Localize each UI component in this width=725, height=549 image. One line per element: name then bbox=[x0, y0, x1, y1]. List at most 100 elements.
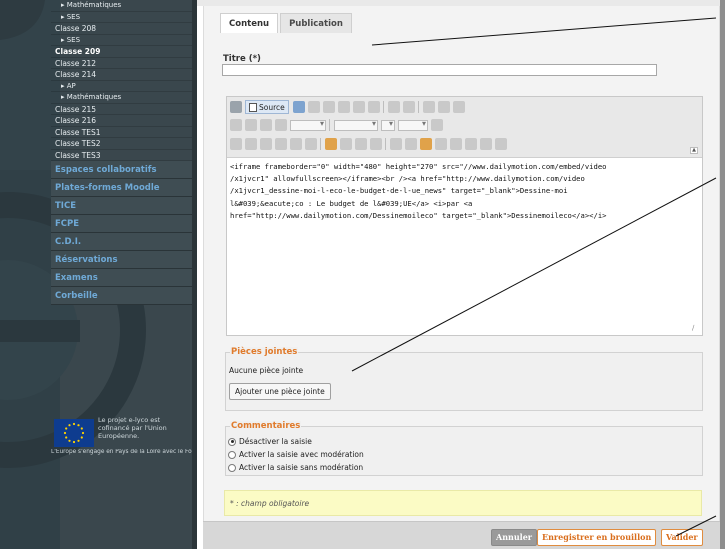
action-bar: Annuler Enregistrer en brouillon Valider bbox=[203, 521, 720, 549]
radio-button[interactable] bbox=[228, 463, 236, 472]
anchor-icon[interactable] bbox=[452, 101, 465, 113]
sidebar-nav-item[interactable]: TICE bbox=[51, 197, 192, 215]
sidebar-class-item[interactable]: ▸ AP bbox=[51, 81, 192, 92]
title-input[interactable] bbox=[222, 64, 657, 76]
media-icon[interactable] bbox=[325, 138, 337, 150]
undo-icon[interactable] bbox=[387, 101, 400, 113]
editor-source-text[interactable]: <iframe frameborder="0" width="480" heig… bbox=[230, 161, 698, 222]
toolbar-row-2 bbox=[230, 118, 446, 132]
link-icon[interactable] bbox=[431, 119, 443, 131]
style-select[interactable] bbox=[290, 119, 326, 131]
sidebar-class-item[interactable]: Classe 208 bbox=[51, 23, 192, 35]
eu-region-text: L'Europe s'engage en Pays de la Loire av… bbox=[51, 449, 192, 455]
comments-option-disable[interactable]: Désactiver la saisie bbox=[228, 437, 312, 446]
sidebar-class-item[interactable]: Classe TES3 bbox=[51, 150, 192, 161]
sidebar-class-item[interactable]: Classe TES1 bbox=[51, 127, 192, 138]
special-char-icon[interactable] bbox=[420, 138, 432, 150]
validate-button[interactable]: Valider bbox=[661, 529, 703, 546]
sidebar-class-item[interactable]: ▸ Mathématiques bbox=[51, 0, 192, 12]
cut-icon[interactable] bbox=[307, 101, 320, 113]
sidebar-nav-item[interactable]: Plates-formes Moodle bbox=[51, 179, 192, 197]
format-select[interactable] bbox=[334, 119, 378, 131]
source-line: /x1jvcr1" allowfullscreen></iframe><br /… bbox=[230, 174, 585, 184]
omega-icon[interactable] bbox=[465, 138, 477, 150]
bulleted-list-icon[interactable] bbox=[245, 138, 257, 150]
comments-option-unmoderated[interactable]: Activer la saisie sans modération bbox=[228, 463, 363, 472]
link-edit-icon[interactable] bbox=[340, 138, 352, 150]
sidebar-nav-item[interactable]: Réservations bbox=[51, 251, 192, 269]
save-draft-button[interactable]: Enregistrer en brouillon bbox=[537, 529, 657, 546]
attachments-legend: Pièces jointes bbox=[230, 347, 299, 357]
page-break-icon[interactable] bbox=[480, 138, 492, 150]
add-attachment-button[interactable]: Ajouter une pièce jointe bbox=[229, 383, 331, 400]
redo-icon[interactable] bbox=[402, 101, 415, 113]
toolbar-separator bbox=[382, 101, 384, 113]
source-icon bbox=[249, 102, 257, 112]
comments-option-moderated[interactable]: Activer la saisie avec modération bbox=[228, 450, 364, 459]
template-icon[interactable] bbox=[450, 138, 462, 150]
align-center-icon[interactable] bbox=[275, 138, 287, 150]
sidebar-class-item[interactable]: Classe 216 bbox=[51, 115, 192, 127]
sidebar-nav-item[interactable]: Corbeille bbox=[51, 287, 192, 305]
sidebar-class-item[interactable]: Classe 212 bbox=[51, 58, 192, 69]
radio-label: Désactiver la saisie bbox=[239, 437, 312, 446]
sidebar-class-item[interactable]: Classe 209 bbox=[51, 46, 192, 58]
resize-grip-icon[interactable]: ∕ bbox=[692, 325, 699, 332]
iframe-icon[interactable] bbox=[495, 138, 507, 150]
paste-icon[interactable] bbox=[337, 101, 350, 113]
font-select[interactable] bbox=[381, 119, 395, 131]
paste-text-icon[interactable] bbox=[352, 101, 365, 113]
main-nav: Espaces collaboratifs Plates-formes Moodl… bbox=[51, 161, 192, 305]
replace-icon[interactable] bbox=[437, 101, 450, 113]
toolbar-separator bbox=[385, 138, 386, 150]
copy-icon[interactable] bbox=[322, 101, 335, 113]
paste-word-icon[interactable] bbox=[367, 101, 380, 113]
align-left-icon[interactable] bbox=[260, 138, 272, 150]
italic-icon[interactable] bbox=[245, 119, 257, 131]
align-right-icon[interactable] bbox=[290, 138, 302, 150]
sidebar-class-item[interactable]: Classe 215 bbox=[51, 104, 192, 115]
sidebar-class-item[interactable]: ▸ Mathématiques bbox=[51, 92, 192, 104]
source-button[interactable]: Source bbox=[245, 100, 289, 114]
numbered-list-icon[interactable] bbox=[230, 138, 242, 150]
help-icon[interactable] bbox=[230, 101, 242, 113]
sidebar: ▸ Mathématiques ▸ SES Classe 208 ▸ SES Class… bbox=[0, 0, 197, 549]
sidebar-class-item[interactable]: ▸ SES bbox=[51, 35, 192, 46]
text-color-icon[interactable] bbox=[275, 119, 287, 131]
size-select[interactable] bbox=[398, 119, 428, 131]
title-label: Titre (*) bbox=[223, 54, 261, 64]
sidebar-class-item[interactable]: Classe TES2 bbox=[51, 138, 192, 150]
radio-button[interactable] bbox=[228, 450, 236, 459]
comments-legend: Commentaires bbox=[230, 421, 302, 431]
editor-toolbar: Source ▾ ▾ ▾ ▾ ▲ bbox=[227, 97, 702, 158]
find-icon[interactable] bbox=[422, 101, 435, 113]
sidebar-nav-item[interactable]: Examens bbox=[51, 269, 192, 287]
sidebar-nav-item[interactable]: C.D.I. bbox=[51, 233, 192, 251]
bold-icon[interactable] bbox=[230, 119, 242, 131]
radio-label: Activer la saisie avec modération bbox=[239, 450, 364, 459]
source-line: href="http://www.dailymotion.com/Dessine… bbox=[230, 210, 607, 220]
cancel-button[interactable]: Annuler bbox=[491, 529, 537, 546]
tab-publication[interactable]: Publication bbox=[280, 13, 352, 33]
eu-flag-icon bbox=[54, 419, 94, 447]
preview-icon[interactable] bbox=[292, 101, 305, 113]
justify-icon[interactable] bbox=[305, 138, 317, 150]
class-list: ▸ Mathématiques ▸ SES Classe 208 ▸ SES Class… bbox=[51, 0, 192, 161]
underline-icon[interactable] bbox=[260, 119, 272, 131]
source-label: Source bbox=[259, 102, 285, 112]
attachments-section: Pièces jointes Aucune pièce jointe Ajout… bbox=[225, 347, 703, 411]
image-icon[interactable] bbox=[355, 138, 367, 150]
sidebar-class-item[interactable]: ▸ SES bbox=[51, 12, 192, 23]
horizontal-rule-icon[interactable] bbox=[390, 138, 402, 150]
attachments-empty-text: Aucune pièce jointe bbox=[229, 366, 304, 375]
smiley-icon[interactable] bbox=[405, 138, 417, 150]
radio-button[interactable] bbox=[228, 437, 236, 446]
tab-contenu[interactable]: Contenu bbox=[220, 13, 279, 33]
flash-icon[interactable] bbox=[435, 138, 447, 150]
eu-funding-notice: Le projet e-lyco est cofinancé par l'Uni… bbox=[51, 412, 192, 462]
sidebar-class-item[interactable]: Classe 214 bbox=[51, 69, 192, 81]
toolbar-collapse-icon[interactable]: ▲ bbox=[690, 147, 698, 154]
table-icon[interactable] bbox=[370, 138, 382, 150]
sidebar-nav-item[interactable]: FCPE bbox=[51, 215, 192, 233]
sidebar-nav-item[interactable]: Espaces collaboratifs bbox=[51, 161, 192, 179]
